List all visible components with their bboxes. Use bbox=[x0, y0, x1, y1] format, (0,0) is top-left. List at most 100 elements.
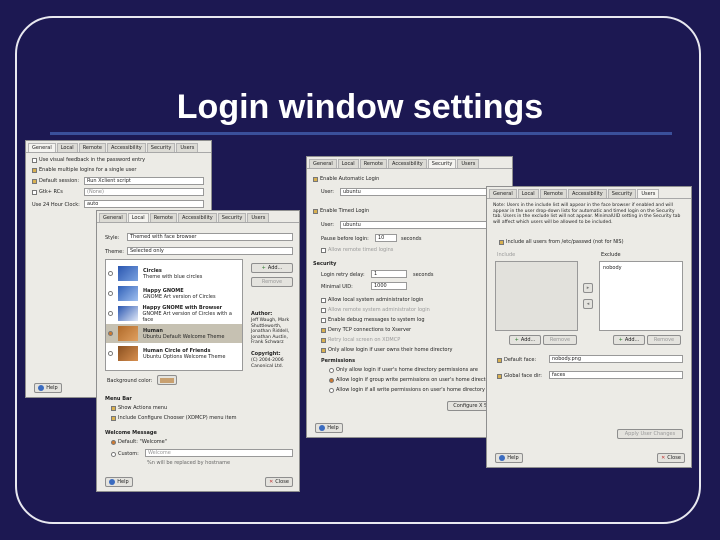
style-select[interactable]: Themed with face browser bbox=[127, 233, 293, 241]
permission-option-3[interactable]: Allow login if all write permissions on … bbox=[329, 387, 485, 393]
radio[interactable] bbox=[111, 451, 116, 457]
help-button[interactable]: Help bbox=[315, 423, 343, 433]
radio[interactable] bbox=[108, 311, 113, 316]
custom-welcome-input[interactable]: Welcome bbox=[145, 449, 293, 457]
tab-accessibility[interactable]: Accessibility bbox=[387, 159, 427, 168]
tab-general[interactable]: General bbox=[489, 189, 517, 198]
exclude-add-button[interactable]: + Add... bbox=[613, 335, 645, 345]
include-list[interactable] bbox=[495, 261, 578, 331]
radio[interactable] bbox=[108, 271, 113, 276]
gtk-rc-option[interactable]: Gtk+ RCs bbox=[32, 189, 63, 195]
global-face-dir-chooser[interactable]: faces bbox=[549, 371, 683, 379]
include-remove-button[interactable]: Remove bbox=[543, 335, 577, 345]
default-session-option[interactable]: Default session: bbox=[32, 178, 79, 184]
move-left-button[interactable]: ◂ bbox=[583, 299, 593, 309]
tab-security[interactable]: Security bbox=[217, 213, 247, 222]
move-right-button[interactable]: ▸ bbox=[583, 283, 593, 293]
help-button[interactable]: Help bbox=[105, 477, 133, 487]
checkbox[interactable] bbox=[111, 415, 116, 421]
tab-users[interactable]: Users bbox=[637, 189, 660, 198]
tab-accessibility[interactable]: Accessibility bbox=[177, 213, 217, 222]
theme-item-human[interactable]: Human Ubuntu Default Welcome Theme bbox=[106, 324, 242, 343]
close-button[interactable]: ✕ Close bbox=[265, 477, 293, 487]
background-color-button[interactable] bbox=[157, 375, 177, 385]
retry-xdmcp-option[interactable]: Retry local screen on XDMCP bbox=[321, 337, 400, 343]
radio[interactable] bbox=[108, 351, 113, 356]
checkbox[interactable] bbox=[32, 178, 37, 184]
tab-local[interactable]: Local bbox=[127, 213, 149, 222]
default-welcome-option[interactable]: Default: "Welcome" bbox=[111, 439, 167, 445]
radio[interactable] bbox=[111, 439, 116, 445]
tab-security[interactable]: Security bbox=[146, 143, 176, 152]
permission-option-2[interactable]: Allow login if group write permissions o… bbox=[329, 377, 494, 383]
checkbox[interactable] bbox=[497, 373, 502, 379]
radio[interactable] bbox=[108, 291, 113, 296]
tab-local[interactable]: Local bbox=[337, 159, 359, 168]
checkbox[interactable] bbox=[313, 208, 318, 214]
tab-accessibility[interactable]: Accessibility bbox=[567, 189, 607, 198]
visual-feedback-option[interactable]: Use visual feedback in the password entr… bbox=[32, 157, 145, 163]
allow-local-admin-option[interactable]: Allow local system administrator login bbox=[321, 297, 423, 303]
allow-remote-timed-option[interactable]: Allow remote timed logins bbox=[321, 247, 393, 253]
retry-input[interactable]: 1 bbox=[371, 270, 407, 278]
tab-remote[interactable]: Remote bbox=[149, 213, 177, 222]
theme-list[interactable]: Circles Theme with blue circles Happy GNO… bbox=[105, 259, 243, 371]
checkbox[interactable] bbox=[321, 327, 326, 333]
allow-remote-admin-option[interactable]: Allow remote system administrator login bbox=[321, 307, 430, 313]
checkbox[interactable] bbox=[321, 307, 326, 313]
permission-option-1[interactable]: Only allow login if user's home director… bbox=[329, 367, 478, 373]
add-theme-button[interactable]: + Add... bbox=[251, 263, 293, 273]
show-actions-menu-option[interactable]: Show Actions menu bbox=[111, 405, 167, 411]
default-face-chooser[interactable]: nobody.png bbox=[549, 355, 683, 363]
timed-login-option[interactable]: Enable Timed Login bbox=[313, 208, 369, 214]
custom-welcome-option[interactable]: Custom: bbox=[111, 451, 139, 457]
multiple-logins-option[interactable]: Enable multiple logins for a single user bbox=[32, 167, 136, 173]
theme-item-happy-gnome-browser[interactable]: Happy GNOME with Browser GNOME Art versio… bbox=[106, 304, 242, 323]
checkbox[interactable] bbox=[32, 167, 37, 173]
radio[interactable] bbox=[108, 331, 113, 336]
tab-security[interactable]: Security bbox=[427, 159, 457, 168]
theme-item-circles[interactable]: Circles Theme with blue circles bbox=[106, 264, 242, 283]
checkbox[interactable] bbox=[321, 347, 326, 353]
radio[interactable] bbox=[329, 367, 334, 373]
clock-select[interactable]: auto bbox=[84, 200, 204, 208]
exclude-list[interactable]: nobody bbox=[599, 261, 683, 331]
tab-users[interactable]: Users bbox=[247, 213, 270, 222]
default-face-option[interactable]: Default face: bbox=[497, 357, 536, 363]
global-face-dir-option[interactable]: Global face dir: bbox=[497, 373, 542, 379]
tab-general[interactable]: General bbox=[309, 159, 337, 168]
configure-chooser-option[interactable]: Include Configure Chooser (XDMCP) menu i… bbox=[111, 415, 236, 421]
tab-remote[interactable]: Remote bbox=[539, 189, 567, 198]
radio[interactable] bbox=[329, 387, 334, 393]
tab-general[interactable]: General bbox=[28, 143, 56, 152]
checkbox[interactable] bbox=[321, 317, 326, 323]
gtk-rc-select[interactable]: (None) bbox=[84, 188, 204, 196]
theme-item-human-circle[interactable]: Human Circle of Friends Ubuntu Options We… bbox=[106, 344, 242, 363]
checkbox[interactable] bbox=[321, 247, 326, 253]
default-session-select[interactable]: Run Xclient script bbox=[84, 177, 204, 185]
tab-accessibility[interactable]: Accessibility bbox=[106, 143, 146, 152]
tab-local[interactable]: Local bbox=[56, 143, 78, 152]
checkbox[interactable] bbox=[32, 157, 37, 163]
checkbox[interactable] bbox=[497, 357, 502, 363]
checkbox[interactable] bbox=[313, 176, 318, 182]
include-all-users-option[interactable]: Include all users from /etc/passwd (not … bbox=[499, 239, 624, 245]
include-add-button[interactable]: + Add... bbox=[509, 335, 541, 345]
minimal-uid-input[interactable]: 1000 bbox=[371, 282, 407, 290]
owns-home-option[interactable]: Only allow login if user owns their home… bbox=[321, 347, 453, 353]
timed-user-input[interactable]: ubuntu bbox=[340, 221, 508, 229]
auto-login-option[interactable]: Enable Automatic Login bbox=[313, 176, 379, 182]
checkbox[interactable] bbox=[111, 405, 116, 411]
checkbox[interactable] bbox=[499, 239, 504, 245]
radio[interactable] bbox=[329, 377, 334, 383]
theme-item-happy-gnome[interactable]: Happy GNOME GNOME Art version of Circles bbox=[106, 284, 242, 303]
auto-user-input[interactable]: ubuntu bbox=[340, 188, 508, 196]
pause-input[interactable]: 10 bbox=[375, 234, 397, 242]
debug-messages-option[interactable]: Enable debug messages to system log bbox=[321, 317, 425, 323]
tab-remote[interactable]: Remote bbox=[78, 143, 106, 152]
apply-user-changes-button[interactable]: Apply User Changes bbox=[617, 429, 683, 439]
tab-users[interactable]: Users bbox=[457, 159, 480, 168]
theme-select[interactable]: Selected only bbox=[127, 247, 293, 255]
checkbox[interactable] bbox=[32, 189, 37, 195]
deny-tcp-option[interactable]: Deny TCP connections to Xserver bbox=[321, 327, 411, 333]
